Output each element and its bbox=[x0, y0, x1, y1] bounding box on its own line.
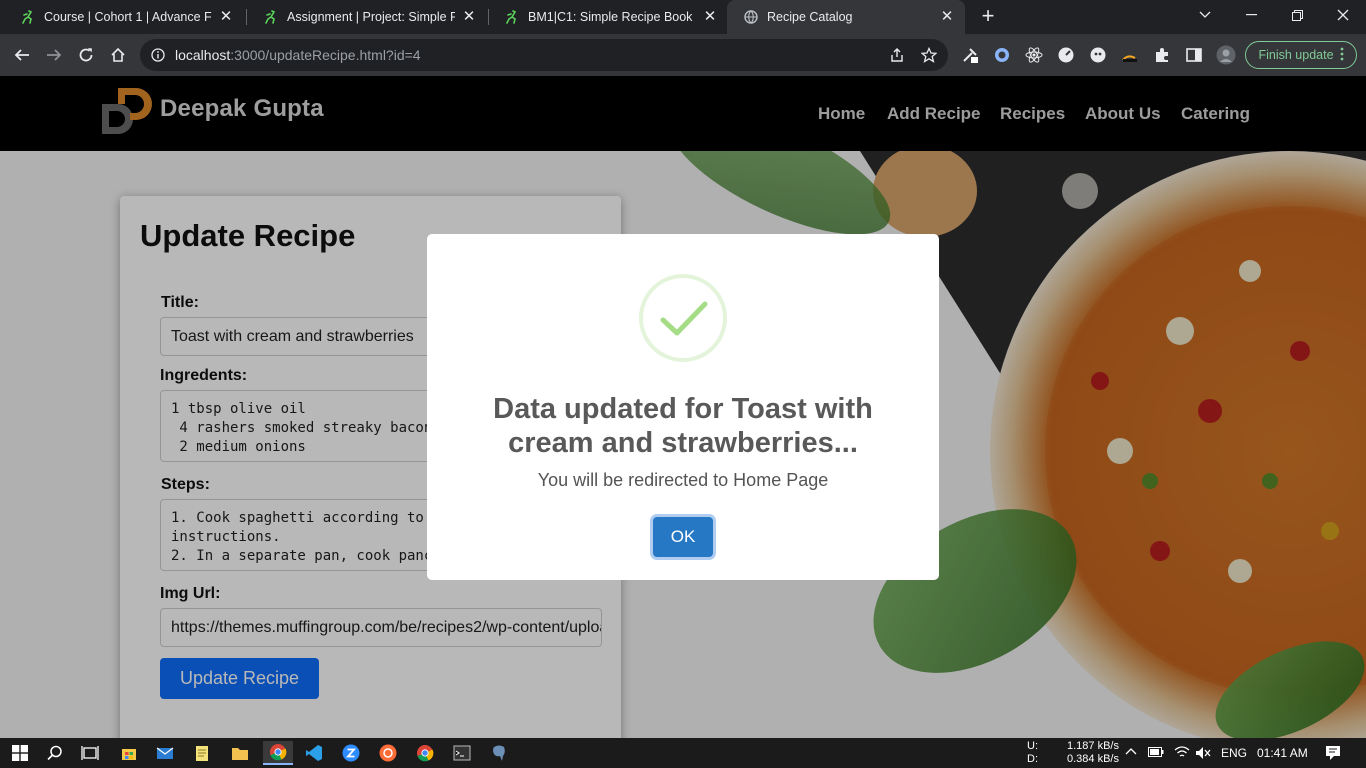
dialog-title: Data updated for Toast with cream and st… bbox=[493, 393, 873, 459]
ok-button[interactable]: OK bbox=[653, 517, 713, 557]
minimize-icon[interactable] bbox=[1228, 0, 1274, 30]
side-panel-icon[interactable] bbox=[1185, 46, 1203, 64]
language-indicator[interactable]: ENG bbox=[1221, 746, 1247, 760]
finish-update-label: Finish update bbox=[1258, 48, 1334, 62]
browser-toolbar: localhost:3000/updateRecipe.html?id=4 Fi… bbox=[0, 34, 1366, 76]
postgres-icon[interactable] bbox=[487, 741, 511, 765]
tab-recipe-catalog[interactable]: Recipe Catalog ✕ bbox=[727, 0, 965, 34]
home-icon[interactable] bbox=[103, 40, 133, 70]
battery-icon[interactable] bbox=[1148, 747, 1164, 760]
web-page: Deepak Gupta Home Add Recipe Recipes Abo… bbox=[0, 76, 1366, 738]
postman-icon[interactable] bbox=[376, 741, 400, 765]
finish-update-button[interactable]: Finish update bbox=[1245, 41, 1357, 69]
more-vert-icon bbox=[1340, 47, 1344, 64]
ghost-ext-icon[interactable] bbox=[1089, 46, 1107, 64]
close-tab-icon[interactable]: ✕ bbox=[939, 9, 955, 25]
success-check-icon bbox=[639, 274, 727, 362]
site-info-icon[interactable] bbox=[151, 48, 165, 62]
download-rate: 0.384 kB/s bbox=[1067, 753, 1119, 765]
network-speed-labels: U: D: bbox=[1027, 740, 1038, 766]
upload-rate: 1.187 kB/s bbox=[1067, 740, 1119, 752]
tab-title: Assignment | Project: Simple Re bbox=[287, 10, 455, 24]
tab-course[interactable]: Course | Cohort 1 | Advance Full S ✕ bbox=[4, 0, 244, 34]
profile-avatar[interactable] bbox=[1216, 45, 1236, 65]
address-bar[interactable]: localhost:3000/updateRecipe.html?id=4 bbox=[140, 39, 948, 71]
tab-search-icon[interactable] bbox=[1182, 0, 1228, 30]
ext-circle-icon[interactable] bbox=[993, 46, 1011, 64]
shortcut-ext-icon[interactable] bbox=[1121, 46, 1139, 64]
clock[interactable]: 01:41 AM bbox=[1257, 746, 1308, 760]
network-speed: 1.187 kB/s 0.384 kB/s bbox=[1067, 740, 1119, 766]
volume-muted-icon[interactable] bbox=[1195, 746, 1211, 763]
forward-icon[interactable] bbox=[39, 40, 69, 70]
reload-icon[interactable] bbox=[71, 40, 101, 70]
wifi-icon[interactable] bbox=[1174, 745, 1190, 762]
extensions-puzzle-icon[interactable] bbox=[1153, 46, 1171, 64]
success-dialog: Data updated for Toast with cream and st… bbox=[427, 234, 939, 580]
restore-icon[interactable] bbox=[1274, 0, 1320, 30]
url-text: localhost:3000/updateRecipe.html?id=4 bbox=[175, 47, 421, 63]
share-icon[interactable] bbox=[889, 47, 905, 68]
chrome-taskbar-icon[interactable] bbox=[263, 741, 293, 765]
download-label: D: bbox=[1027, 753, 1038, 765]
devtools-ext-icon[interactable] bbox=[961, 46, 979, 64]
close-tab-icon[interactable]: ✕ bbox=[702, 9, 718, 25]
task-view-icon[interactable] bbox=[78, 741, 102, 765]
vscode-icon[interactable] bbox=[302, 741, 326, 765]
new-tab-icon[interactable]: + bbox=[976, 5, 1000, 29]
dialog-message: You will be redirected to Home Page bbox=[537, 470, 829, 490]
tab-assignment[interactable]: Assignment | Project: Simple Re ✕ bbox=[247, 0, 487, 34]
runner-icon bbox=[263, 9, 279, 25]
zoom-app-icon[interactable] bbox=[339, 741, 363, 765]
tab-title: Recipe Catalog bbox=[767, 10, 853, 24]
close-tab-icon[interactable]: ✕ bbox=[218, 9, 234, 25]
mail-icon[interactable] bbox=[153, 741, 177, 765]
search-icon[interactable] bbox=[43, 741, 67, 765]
close-window-icon[interactable] bbox=[1320, 0, 1366, 30]
tab-title: BM1|C1: Simple Recipe Book bbox=[528, 10, 693, 24]
back-icon[interactable] bbox=[7, 40, 37, 70]
windows-taskbar: U: D: 1.187 kB/s 0.384 kB/s ENG 01:41 AM bbox=[0, 738, 1366, 768]
terminal-icon[interactable] bbox=[450, 741, 474, 765]
gauge-ext-icon[interactable] bbox=[1057, 46, 1075, 64]
notepad-icon[interactable] bbox=[190, 741, 214, 765]
runner-icon bbox=[20, 9, 36, 25]
bookmark-star-icon[interactable] bbox=[920, 46, 938, 68]
file-explorer-icon[interactable] bbox=[228, 741, 252, 765]
notifications-icon[interactable] bbox=[1325, 745, 1341, 764]
upload-label: U: bbox=[1027, 740, 1038, 752]
chrome-alt-icon[interactable] bbox=[413, 741, 437, 765]
runner-icon bbox=[504, 9, 520, 25]
tab-strip: Course | Cohort 1 | Advance Full S ✕ Ass… bbox=[0, 0, 1366, 34]
globe-icon bbox=[743, 9, 759, 25]
show-hidden-icons[interactable] bbox=[1125, 746, 1137, 758]
store-icon[interactable] bbox=[117, 741, 141, 765]
tab-recipe-book[interactable]: BM1|C1: Simple Recipe Book ✕ bbox=[488, 0, 728, 34]
tab-title: Course | Cohort 1 | Advance Full S bbox=[44, 10, 212, 24]
windows-start-icon[interactable] bbox=[8, 741, 32, 765]
close-tab-icon[interactable]: ✕ bbox=[461, 9, 477, 25]
react-devtools-icon[interactable] bbox=[1025, 46, 1043, 64]
